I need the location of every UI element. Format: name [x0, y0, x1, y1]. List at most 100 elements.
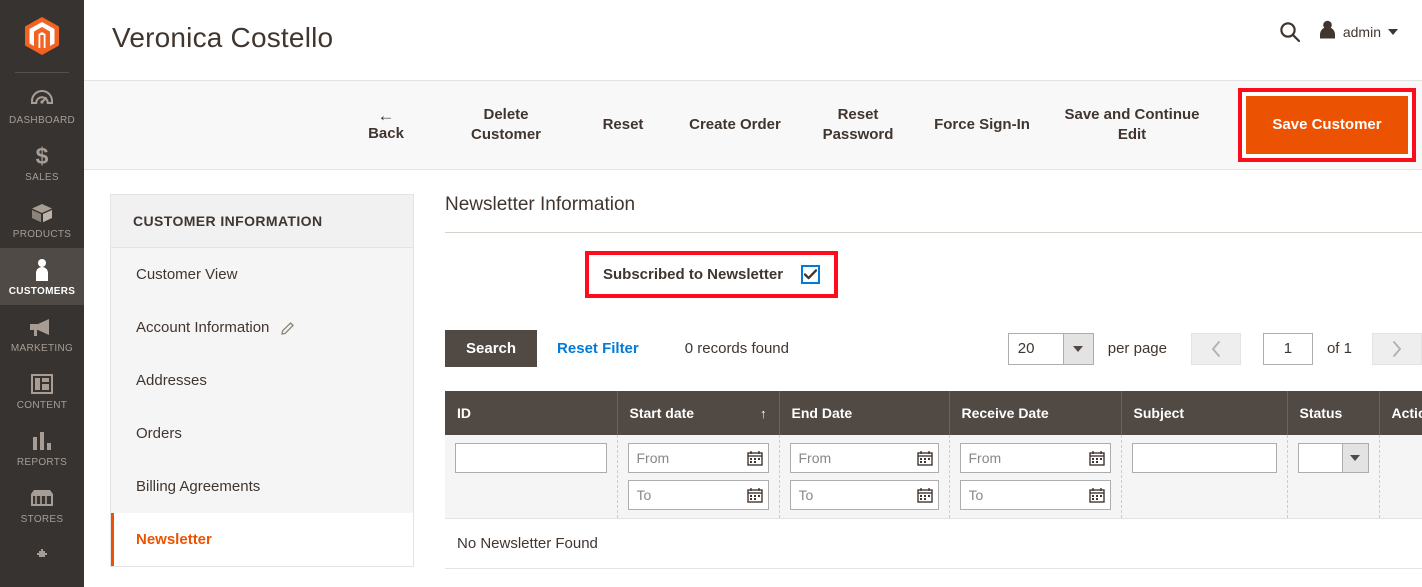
bar-chart-icon	[30, 428, 54, 454]
grid-filter-row	[445, 435, 1422, 519]
filter-cell-end-date	[779, 435, 950, 519]
info-item-label: Orders	[136, 425, 182, 442]
sidebar-item-customers[interactable]: Customers	[0, 248, 84, 305]
back-button-label: Back	[368, 124, 404, 142]
sidebar-item-label: Products	[12, 229, 72, 240]
newsletter-section: Newsletter Information Subscribed to New…	[414, 194, 1422, 569]
subscribed-to-newsletter-checkbox[interactable]	[801, 265, 821, 284]
column-label: Status	[1299, 405, 1343, 421]
info-item-addresses[interactable]: Addresses	[111, 354, 413, 407]
grid-controls: Search Reset Filter 0 records found 20 p…	[445, 330, 1422, 367]
column-header-status[interactable]: Status	[1287, 391, 1380, 435]
admin-user-name: admin	[1342, 24, 1381, 40]
subscribe-label: Subscribed to Newsletter	[603, 266, 784, 283]
grid-header-row: ID Start date ↑ End Date Receive Date Su…	[445, 391, 1422, 435]
save-and-continue-edit-button[interactable]: Save and Continue Edit	[1042, 99, 1222, 151]
reset-button[interactable]: Reset	[570, 109, 676, 141]
grid-empty-row: No Newsletter Found	[445, 518, 1422, 569]
dollar-icon: $	[33, 143, 51, 169]
search-button[interactable]: Search	[445, 330, 538, 367]
column-header-end-date[interactable]: End Date	[779, 391, 950, 435]
main-content: Veronica Costello admin ← Back Delete Cu…	[84, 0, 1422, 587]
storefront-icon	[29, 485, 55, 511]
megaphone-icon	[29, 314, 55, 340]
admin-user-menu[interactable]: admin	[1319, 20, 1398, 44]
grid-empty-message: No Newsletter Found	[445, 518, 1422, 569]
column-header-id[interactable]: ID	[445, 391, 618, 435]
user-avatar-icon	[1319, 20, 1336, 44]
column-label: Start date	[629, 405, 695, 421]
records-found-text: 0 records found	[684, 340, 789, 357]
page-header: Veronica Costello admin	[84, 0, 1422, 80]
info-item-label: Customer View	[136, 266, 238, 283]
reset-filter-link[interactable]: Reset Filter	[557, 340, 639, 357]
magento-logo-icon[interactable]	[0, 0, 84, 72]
column-header-subject[interactable]: Subject	[1121, 391, 1288, 435]
sidebar-item-label: Dashboard	[8, 115, 76, 126]
delete-customer-button[interactable]: Delete Customer	[442, 99, 570, 151]
back-arrow-icon: ←	[377, 105, 395, 125]
gear-icon	[30, 539, 54, 565]
info-item-newsletter[interactable]: Newsletter	[111, 513, 413, 566]
column-label: End Date	[791, 405, 853, 421]
page-title: Veronica Costello	[112, 22, 334, 53]
calendar-icon[interactable]	[916, 450, 933, 466]
filter-id-input[interactable]	[455, 443, 607, 473]
back-button[interactable]: ← Back	[330, 101, 442, 150]
sidebar-item-dashboard[interactable]: Dashboard	[0, 77, 84, 134]
page-body: Customer Information Customer View Accou…	[84, 170, 1422, 569]
sidebar-item-label: Content	[16, 400, 68, 411]
info-item-account-information[interactable]: Account Information	[111, 301, 413, 354]
sidebar-item-products[interactable]: Products	[0, 191, 84, 248]
info-item-label: Addresses	[136, 372, 207, 389]
pencil-edit-icon[interactable]	[281, 320, 296, 335]
calendar-icon[interactable]	[746, 487, 763, 503]
sidebar-item-system[interactable]	[0, 533, 84, 573]
nav-divider	[15, 72, 69, 73]
newsletter-grid: ID Start date ↑ End Date Receive Date Su…	[445, 391, 1422, 569]
filter-cell-status	[1287, 435, 1380, 519]
subscribe-highlight: Subscribed to Newsletter	[585, 251, 839, 298]
customer-information-panel: Customer Information Customer View Accou…	[110, 194, 414, 567]
filter-status-select[interactable]	[1297, 443, 1369, 473]
sidebar-item-label: Sales	[25, 172, 59, 183]
column-header-start-date[interactable]: Start date ↑	[617, 391, 780, 435]
page-actions-toolbar: ← Back Delete Customer Reset Create Orde…	[84, 80, 1422, 170]
column-label: Action	[1391, 405, 1422, 421]
chevron-down-icon	[1062, 333, 1093, 364]
search-icon[interactable]	[1279, 21, 1301, 43]
sidebar-item-marketing[interactable]: Marketing	[0, 305, 84, 362]
layout-icon	[30, 371, 54, 397]
sort-ascending-icon: ↑	[760, 405, 767, 421]
page-number-input[interactable]	[1262, 332, 1313, 365]
info-item-billing-agreements[interactable]: Billing Agreements	[111, 460, 413, 513]
sidebar-item-reports[interactable]: Reports	[0, 419, 84, 476]
sidebar-item-stores[interactable]: Stores	[0, 476, 84, 533]
chevron-left-icon[interactable]	[1190, 332, 1241, 365]
calendar-icon[interactable]	[1088, 487, 1105, 503]
filter-cell-subject	[1121, 435, 1288, 519]
create-order-button[interactable]: Create Order	[676, 109, 794, 141]
newsletter-heading: Newsletter Information	[445, 194, 1422, 233]
force-sign-in-button[interactable]: Force Sign-In	[922, 109, 1042, 141]
reset-password-button[interactable]: Reset Password	[794, 99, 922, 151]
chevron-down-icon	[1388, 29, 1398, 35]
chevron-right-icon[interactable]	[1372, 332, 1422, 365]
box-icon	[29, 200, 55, 226]
subscribe-row: Subscribed to Newsletter	[445, 251, 1422, 298]
calendar-icon[interactable]	[916, 487, 933, 503]
column-header-receive-date[interactable]: Receive Date	[949, 391, 1122, 435]
filter-subject-input[interactable]	[1131, 443, 1277, 473]
save-customer-button[interactable]: Save Customer	[1246, 96, 1408, 154]
calendar-icon[interactable]	[1088, 450, 1105, 466]
pager: 20 per page of 1	[1007, 332, 1422, 365]
info-item-orders[interactable]: Orders	[111, 407, 413, 460]
info-item-customer-view[interactable]: Customer View	[111, 248, 413, 301]
sidebar-item-label: Customers	[8, 286, 76, 297]
sidebar-item-content[interactable]: Content	[0, 362, 84, 419]
sidebar-item-sales[interactable]: $ Sales	[0, 134, 84, 191]
column-header-action: Action	[1379, 391, 1422, 435]
calendar-icon[interactable]	[746, 450, 763, 466]
per-page-select[interactable]: 20	[1007, 332, 1094, 365]
filter-cell-action	[1379, 435, 1422, 519]
